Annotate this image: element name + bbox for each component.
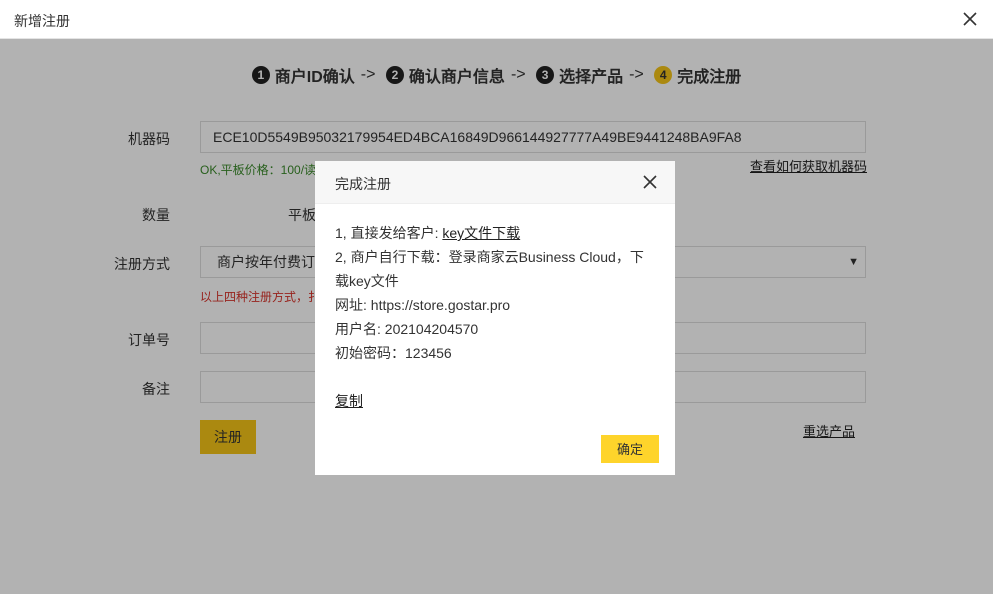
dialog-header: 完成注册 xyxy=(315,161,675,204)
url-line: 网址: https://store.gostar.pro xyxy=(335,297,511,313)
confirm-button[interactable]: 确定 xyxy=(601,435,659,463)
instruction-line-1: 1, 直接发给客户: key文件下载 xyxy=(335,221,657,245)
copy-link[interactable]: 复制 xyxy=(335,391,363,411)
dialog-body: 1, 直接发给客户: key文件下载 2, 商户自行下载：登录商家云Busine… xyxy=(335,221,657,365)
dialog-title: 完成注册 xyxy=(335,176,391,192)
instruction-1-text: 1, 直接发给客户: xyxy=(335,225,443,241)
username-line: 用户名: 202104204570 xyxy=(335,321,479,337)
window-titlebar: 新增注册 xyxy=(0,0,993,39)
window-title: 新增注册 xyxy=(14,13,70,29)
instruction-line-2: 2, 商户自行下载：登录商家云Business Cloud，下载key文件 xyxy=(335,249,644,289)
key-file-download-link[interactable]: key文件下载 xyxy=(442,225,520,241)
password-line: 初始密码：123456 xyxy=(335,345,452,361)
close-icon[interactable] xyxy=(961,10,979,28)
complete-registration-dialog: 完成注册 1, 直接发给客户: key文件下载 2, 商户自行下载：登录商家云B… xyxy=(315,161,675,475)
close-icon[interactable] xyxy=(643,175,657,189)
